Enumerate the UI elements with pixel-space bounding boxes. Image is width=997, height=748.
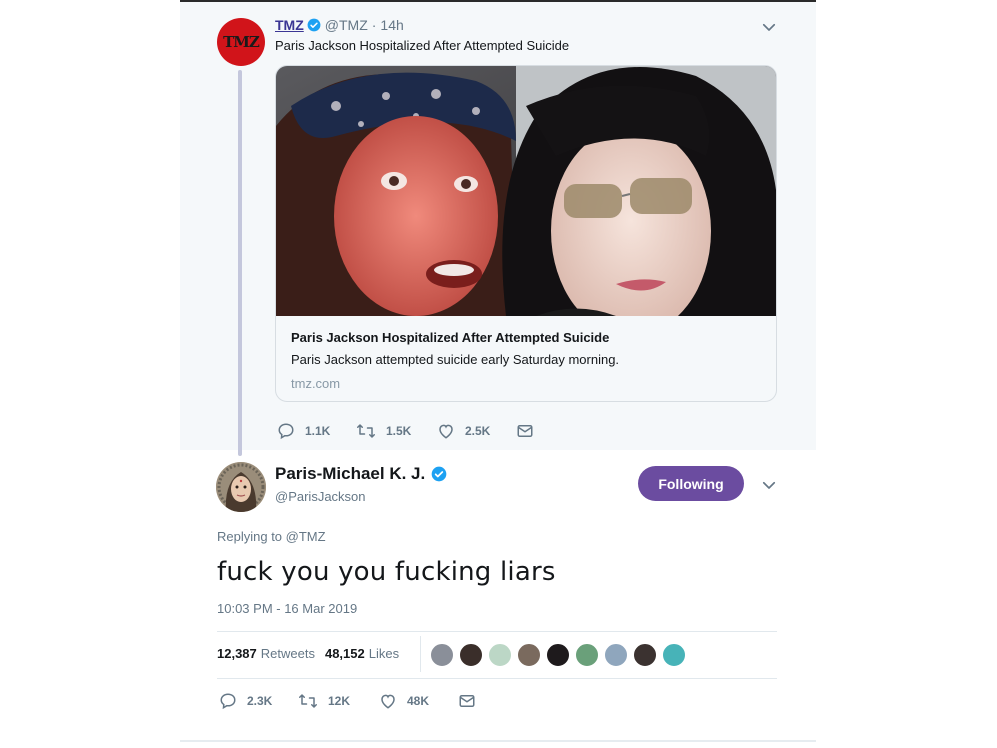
verified-badge-icon: [307, 18, 321, 32]
parent-tweet-time[interactable]: 14h: [380, 17, 403, 33]
reply-icon: [220, 693, 236, 710]
parent-reply-count: 1.1K: [305, 424, 331, 438]
heart-icon: [439, 424, 453, 439]
replying-to-mention-link[interactable]: @TMZ: [286, 529, 326, 544]
like-total[interactable]: 48,152: [325, 646, 365, 661]
replying-to-line: Replying to @TMZ: [217, 529, 326, 544]
parent-retweet-count: 1.5K: [386, 424, 412, 438]
page: TMZ TMZ @TMZ · 14h Paris Jackson Hospita…: [0, 0, 997, 748]
link-card-image: [276, 66, 776, 316]
header-separator: ·: [371, 17, 377, 33]
liker-avatar[interactable]: [633, 643, 657, 667]
liker-avatar[interactable]: [430, 643, 454, 667]
thread-connector-line: [238, 70, 242, 456]
tmz-avatar[interactable]: TMZ: [217, 18, 265, 66]
liker-avatar[interactable]: [459, 643, 483, 667]
main-reply-count: 2.3K: [247, 694, 273, 708]
parent-author-name[interactable]: TMZ: [275, 17, 304, 33]
main-tweet-menu-chevron-down-icon[interactable]: [760, 476, 778, 494]
main-author-name-row: Paris-Michael K. J.: [275, 464, 447, 484]
replying-to-prefix: Replying to: [217, 529, 283, 544]
stats-vertical-divider: [420, 636, 421, 672]
stats-divider-bottom: [217, 678, 777, 679]
tweet-bottom-border: [180, 740, 816, 742]
main-author-handle[interactable]: @ParisJackson: [275, 489, 366, 504]
heart-icon: [381, 694, 395, 709]
parent-tweet-menu-chevron-down-icon[interactable]: [760, 18, 778, 36]
envelope-icon: [517, 425, 533, 437]
main-like-count: 48K: [407, 694, 430, 708]
liker-avatar[interactable]: [575, 643, 599, 667]
liker-avatar[interactable]: [517, 643, 541, 667]
link-card-description: Paris Jackson attempted suicide early Sa…: [291, 352, 620, 367]
main-like-action[interactable]: 48K: [379, 692, 429, 710]
reply-icon: [278, 423, 294, 440]
main-reply-action[interactable]: 2.3K: [219, 692, 272, 710]
envelope-icon: [459, 695, 475, 707]
retweet-icon: [357, 424, 375, 438]
liker-avatar[interactable]: [662, 643, 686, 667]
liker-avatar[interactable]: [604, 643, 628, 667]
engagement-stats: 12,387 Retweets 48,152 Likes: [217, 646, 409, 661]
like-total-label[interactable]: Likes: [369, 646, 399, 661]
retweet-total-label[interactable]: Retweets: [261, 646, 315, 661]
retweet-total[interactable]: 12,387: [217, 646, 257, 661]
parent-dm-action[interactable]: [516, 422, 544, 440]
main-dm-action[interactable]: [458, 692, 486, 710]
main-author-name[interactable]: Paris-Michael K. J.: [275, 464, 425, 484]
stats-divider-top: [217, 631, 777, 632]
link-card[interactable]: Paris Jackson Hospitalized After Attempt…: [275, 65, 777, 402]
parent-tweet-text: Paris Jackson Hospitalized After Attempt…: [275, 38, 570, 53]
parent-reply-action[interactable]: 1.1K: [277, 422, 330, 440]
parent-like-action[interactable]: 2.5K: [437, 422, 490, 440]
liker-avatar[interactable]: [546, 643, 570, 667]
verified-badge-icon: [431, 466, 447, 482]
parent-like-count: 2.5K: [465, 424, 491, 438]
link-card-photo: [276, 66, 776, 316]
main-retweet-action[interactable]: 12K: [298, 692, 350, 710]
tmz-avatar-logo-text: TMZ: [223, 33, 260, 51]
liker-avatars[interactable]: [430, 643, 691, 667]
main-tweet-timestamp[interactable]: 10:03 PM - 16 Mar 2019: [217, 601, 357, 616]
main-retweet-count: 12K: [328, 694, 351, 708]
parent-tweet-header: TMZ @TMZ · 14h: [275, 17, 404, 33]
link-card-title: Paris Jackson Hospitalized After Attempt…: [291, 330, 610, 345]
following-button[interactable]: Following: [638, 466, 744, 501]
avatar-photo: [216, 462, 266, 512]
main-tweet-text: fuck you you fucking liars: [217, 557, 556, 587]
parent-author-handle[interactable]: @TMZ: [325, 17, 368, 33]
parent-retweet-action[interactable]: 1.5K: [356, 422, 411, 440]
retweet-icon: [299, 694, 317, 708]
link-card-domain: tmz.com: [291, 376, 341, 391]
liker-avatar[interactable]: [488, 643, 512, 667]
paris-jackson-avatar[interactable]: [216, 462, 266, 512]
